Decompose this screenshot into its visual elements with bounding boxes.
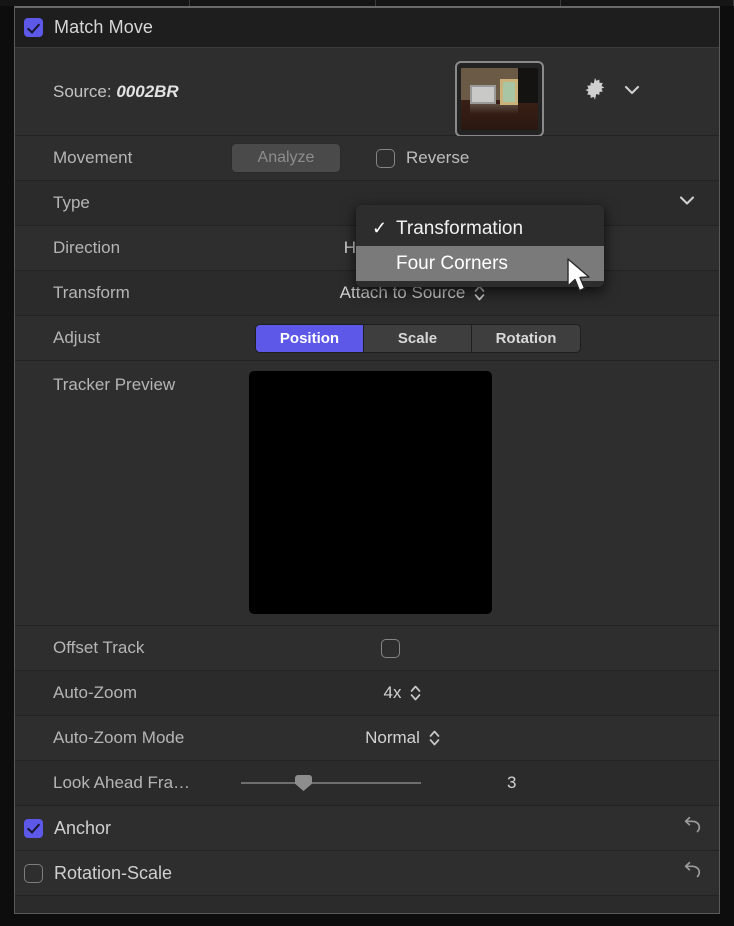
slider-handle[interactable] (295, 775, 312, 791)
reverse-label: Reverse (406, 148, 469, 168)
chevron-down-icon[interactable] (622, 80, 642, 105)
mouse-pointer-icon (566, 258, 594, 301)
checkmark-icon: ✓ (372, 218, 396, 239)
tracker-preview-viewport[interactable] (249, 371, 492, 614)
adjust-option-scale[interactable]: Scale (364, 325, 472, 352)
transform-label: Transform (15, 283, 231, 303)
auto-zoom-row[interactable]: Auto-Zoom 4x (15, 671, 719, 716)
source-thumbnail[interactable] (455, 61, 544, 137)
movement-row: Movement Analyze Reverse (15, 136, 719, 181)
adjust-option-position[interactable]: Position (256, 325, 364, 352)
look-ahead-slider[interactable] (241, 773, 421, 793)
analyze-button[interactable]: Analyze (231, 143, 341, 173)
offset-track-label: Offset Track (15, 638, 231, 658)
adjust-segmented-control[interactable]: Position Scale Rotation (255, 324, 581, 353)
look-ahead-frames-label: Look Ahead Fra… (15, 773, 231, 793)
menu-item-label: Four Corners (396, 253, 508, 275)
thumbnail-image (461, 68, 538, 130)
adjust-option-rotation[interactable]: Rotation (472, 325, 580, 352)
look-ahead-value: 3 (507, 773, 516, 793)
up-down-stepper-icon[interactable] (428, 729, 441, 747)
source-value: 0002BR (116, 82, 178, 101)
auto-zoom-mode-row[interactable]: Auto-Zoom Mode Normal (15, 716, 719, 761)
gear-icon[interactable] (581, 76, 609, 109)
match-move-inspector-panel: Match Move Source: 0002BR (14, 6, 720, 914)
up-down-stepper-icon[interactable] (409, 684, 422, 702)
direction-label: Direction (15, 238, 231, 258)
anchor-row: Anchor (15, 806, 719, 851)
auto-zoom-value: 4x (384, 683, 402, 703)
tracker-preview-label: Tracker Preview (53, 375, 175, 395)
reverse-checkbox[interactable] (376, 149, 395, 168)
tracker-preview-row: Tracker Preview (15, 361, 719, 626)
slider-track (241, 782, 421, 784)
page-title: Match Move (54, 17, 153, 38)
anchor-checkbox[interactable] (24, 819, 43, 838)
match-move-enable-checkbox[interactable] (24, 18, 43, 37)
source-options[interactable] (581, 76, 642, 109)
menu-item-label: Transformation (396, 218, 523, 240)
auto-zoom-mode-value: Normal (365, 728, 420, 748)
source-row: Source: 0002BR (15, 48, 719, 136)
match-move-header: Match Move (15, 8, 719, 48)
adjust-row: Adjust Position Scale Rotation (15, 316, 719, 361)
rotation-scale-row: Rotation-Scale (15, 851, 719, 896)
offset-track-row: Offset Track (15, 626, 719, 671)
menu-item-transformation[interactable]: ✓ Transformation (356, 211, 604, 246)
movement-label: Movement (15, 148, 231, 168)
auto-zoom-mode-label: Auto-Zoom Mode (15, 728, 231, 748)
offset-track-checkbox[interactable] (381, 639, 400, 658)
reset-arrow-icon[interactable] (681, 860, 703, 887)
type-chevron-down-icon[interactable] (677, 191, 697, 216)
rotation-scale-label: Rotation-Scale (54, 863, 172, 884)
type-label: Type (15, 193, 231, 213)
reset-arrow-icon[interactable] (681, 815, 703, 842)
source-label: Source: 0002BR (15, 82, 179, 102)
auto-zoom-label: Auto-Zoom (15, 683, 231, 703)
rotation-scale-checkbox[interactable] (24, 864, 43, 883)
adjust-label: Adjust (15, 328, 231, 348)
look-ahead-frames-row: Look Ahead Fra… 3 (15, 761, 719, 806)
anchor-label: Anchor (54, 818, 111, 839)
